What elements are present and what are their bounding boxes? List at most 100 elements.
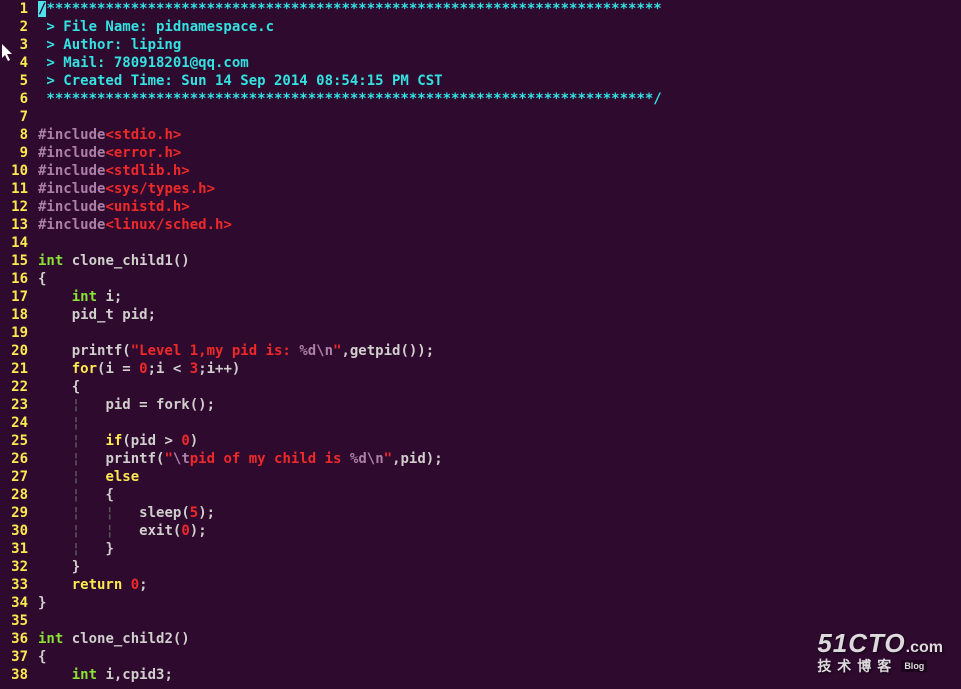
code-token: pid = fork(); [80,397,215,413]
code-line[interactable]: ¦ else [38,468,961,486]
code-token [38,361,72,377]
code-token: ¦ [72,523,80,539]
code-token: 0 [139,361,147,377]
code-editor[interactable]: 1234567891011121314151617181920212223242… [0,0,961,689]
code-line[interactable]: { [38,378,961,396]
code-token: 3 [190,361,198,377]
code-line[interactable]: > Created Time: Sun 14 Sep 2014 08:54:15… [38,72,961,90]
code-line[interactable]: ¦ printf("\tpid of my child is %d\n",pid… [38,450,961,468]
line-number: 29 [0,504,28,522]
code-line[interactable]: > Mail: 780918201@qq.com [38,54,961,72]
code-line[interactable]: { [38,270,961,288]
code-line[interactable]: > File Name: pidnamespace.c [38,18,961,36]
line-number: 13 [0,216,28,234]
line-number: 17 [0,288,28,306]
line-number: 35 [0,612,28,630]
code-token: int [38,253,63,269]
code-token: (i = [97,361,139,377]
code-line[interactable] [38,234,961,252]
code-token [38,523,72,539]
code-line[interactable]: } [38,558,961,576]
code-token: int [38,631,63,647]
code-token: <stdio.h> [105,127,181,143]
code-token [80,469,105,485]
code-line[interactable] [38,108,961,126]
code-token: exit( [114,523,181,539]
line-number: 28 [0,486,28,504]
code-token: #include [38,127,105,143]
code-token: > File Name: pidnamespace.c [38,19,274,35]
code-token: ¦ [105,523,113,539]
code-token: ****************************************… [46,1,661,17]
line-number: 11 [0,180,28,198]
line-number: 15 [0,252,28,270]
line-number: 19 [0,324,28,342]
code-line[interactable]: #include<unistd.h> [38,198,961,216]
code-line[interactable]: ¦ if(pid > 0) [38,432,961,450]
code-line[interactable]: for(i = 0;i < 3;i++) [38,360,961,378]
code-token: ¦ [72,505,80,521]
code-line[interactable]: int i,cpid3; [38,666,961,684]
code-line[interactable]: printf("Level 1,my pid is: %d\n",getpid(… [38,342,961,360]
code-token: clone_child1() [63,253,189,269]
code-token: } [38,595,46,611]
line-number: 5 [0,72,28,90]
code-token: clone_child2() [63,631,189,647]
code-line[interactable] [38,324,961,342]
code-line[interactable]: /***************************************… [38,0,961,18]
code-line[interactable]: return 0; [38,576,961,594]
code-token: sleep( [114,505,190,521]
code-line[interactable]: ¦ { [38,486,961,504]
line-number: 23 [0,396,28,414]
line-number-gutter: 1234567891011121314151617181920212223242… [0,0,34,689]
code-token: <error.h> [105,145,181,161]
code-token: ,pid); [392,451,443,467]
code-line[interactable]: ¦ ¦ sleep(5); [38,504,961,522]
code-line[interactable] [38,612,961,630]
code-line[interactable]: pid_t pid; [38,306,961,324]
line-number: 8 [0,126,28,144]
code-token: ¦ [72,451,80,467]
code-token: if [105,433,122,449]
code-area[interactable]: /***************************************… [34,0,961,689]
code-line[interactable]: ****************************************… [38,90,961,108]
code-line[interactable]: #include<sys/types.h> [38,180,961,198]
code-line[interactable]: int clone_child1() [38,252,961,270]
code-token: #include [38,199,105,215]
code-line[interactable]: #include<error.h> [38,144,961,162]
code-token: ;i++) [198,361,240,377]
code-line[interactable]: #include<stdio.h> [38,126,961,144]
line-number: 14 [0,234,28,252]
code-token: ¦ [72,433,80,449]
line-number: 7 [0,108,28,126]
code-line[interactable]: ¦ ¦ exit(0); [38,522,961,540]
code-token: " [384,451,392,467]
code-line[interactable]: ¦ pid = fork(); [38,396,961,414]
code-line[interactable]: int clone_child2() [38,630,961,648]
code-line[interactable]: #include<linux/sched.h> [38,216,961,234]
line-number: 27 [0,468,28,486]
code-token: printf( [38,343,131,359]
code-token: <sys/types.h> [105,181,215,197]
code-token: int [72,289,97,305]
code-token: i,cpid3; [97,667,173,683]
line-number: 9 [0,144,28,162]
code-token: ,getpid()); [341,343,434,359]
code-token: { [38,649,46,665]
code-line[interactable]: { [38,648,961,666]
code-line[interactable]: ¦ [38,414,961,432]
code-token: } [38,559,80,575]
code-line[interactable]: } [38,594,961,612]
code-line[interactable]: int i; [38,288,961,306]
code-line[interactable]: > Author: liping [38,36,961,54]
line-number: 21 [0,360,28,378]
code-token: 5 [190,505,198,521]
code-token: "Level 1,my pid is: [131,343,300,359]
code-token: else [105,469,139,485]
code-token: (pid > [122,433,181,449]
code-line[interactable]: #include<stdlib.h> [38,162,961,180]
code-line[interactable]: ¦ } [38,540,961,558]
code-token: ¦ [72,469,80,485]
line-number: 18 [0,306,28,324]
line-number: 38 [0,666,28,684]
